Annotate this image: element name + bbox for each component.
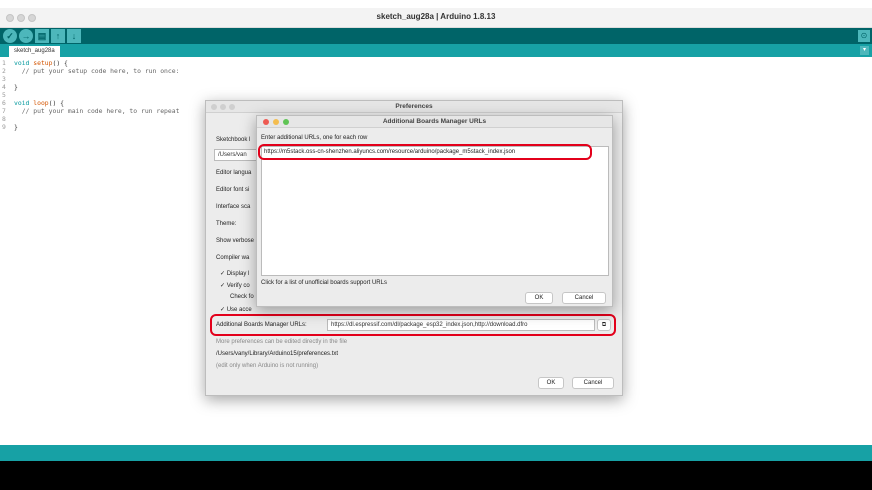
code-line: 5 (2, 91, 6, 99)
tab-menu-button[interactable]: ▾ (860, 46, 869, 55)
upload-button[interactable]: → (19, 29, 33, 43)
check-updates-checkbox[interactable]: Check fo (230, 294, 254, 300)
chevron-down-icon: ▾ (862, 47, 866, 53)
magnifier-icon: ⊙ (860, 31, 868, 40)
code-line: 2 // put your setup code here, to run on… (2, 67, 180, 75)
highlight-boards-urls (210, 314, 616, 336)
pref-minimize-button[interactable] (220, 104, 226, 110)
console-divider[interactable] (0, 445, 872, 461)
open-button[interactable]: ↑ (51, 29, 65, 43)
code-line: 6 void loop() { (2, 99, 65, 107)
arduino-window: sketch_aug28a | Arduino 1.8.13 ✓ → ▤ ↑ ↓… (0, 0, 872, 490)
sketchbook-location-field[interactable]: /Users/van (214, 149, 260, 161)
theme-label: Theme: (216, 221, 237, 227)
open-arrow-icon: ↑ (55, 31, 61, 41)
new-file-icon: ▤ (37, 31, 47, 41)
urls-dialog-title: Additional Boards Manager URLs (257, 116, 612, 128)
editor-language-label: Editor langua (216, 170, 252, 176)
checkmark-icon: ✓ (6, 31, 14, 41)
pref-ok-button[interactable]: OK (538, 377, 564, 389)
unofficial-boards-link[interactable]: Click for a list of unofficial boards su… (261, 280, 387, 286)
editor-font-label: Editor font si (216, 187, 250, 193)
urls-cancel-button[interactable]: Cancel (562, 292, 606, 304)
sketchbook-label: Sketchbook l (216, 137, 251, 143)
code-line: 4} (2, 83, 18, 91)
code-line: 1 void setup() { (2, 59, 68, 67)
more-preferences-text: More preferences can be edited directly … (216, 339, 348, 345)
verify-button[interactable]: ✓ (3, 29, 17, 43)
save-button[interactable]: ↓ (67, 29, 81, 43)
edit-note: (edit only when Arduino is not running) (216, 363, 319, 369)
window-title: sketch_aug28a | Arduino 1.8.13 (376, 12, 496, 21)
accessibility-checkbox[interactable]: ✓ Use acce (220, 306, 252, 313)
code-line: 9} (2, 123, 18, 131)
arrow-right-icon: → (21, 31, 31, 41)
urls-close-button[interactable] (263, 119, 269, 125)
new-button[interactable]: ▤ (35, 29, 49, 43)
show-verbose-label: Show verbose (216, 238, 255, 244)
urls-textarea[interactable]: https://m5stack.oss-cn-shenzhen.aliyuncs… (261, 146, 609, 276)
preferences-path[interactable]: /Users/vany/Library/Arduino15/preference… (216, 351, 338, 357)
urls-zoom-button[interactable] (283, 119, 289, 125)
title-bar: sketch_aug28a | Arduino 1.8.13 (0, 8, 872, 28)
code-line: 7 // put your main code here, to run rep… (2, 107, 180, 115)
pref-zoom-button[interactable] (229, 104, 235, 110)
urls-ok-button[interactable]: OK (525, 292, 553, 304)
console-output (0, 461, 872, 490)
highlight-m5stack-url (258, 144, 592, 160)
tab-sketch[interactable]: sketch_aug28a (9, 46, 60, 57)
urls-minimize-button[interactable] (273, 119, 279, 125)
serial-monitor-button[interactable]: ⊙ (858, 30, 870, 42)
pref-close-button[interactable] (211, 104, 217, 110)
code-line: 8 (2, 115, 6, 123)
toolbar: ✓ → ▤ ↑ ↓ ⊙ (0, 28, 872, 44)
preferences-title: Preferences (206, 101, 622, 113)
display-line-numbers-checkbox[interactable]: ✓ Display l (220, 270, 249, 277)
compiler-warnings-label: Compiler wa (216, 255, 250, 261)
urls-instruction: Enter additional URLs, one for each row (261, 135, 368, 141)
boards-urls-dialog: Additional Boards Manager URLs Enter add… (256, 115, 613, 307)
interface-scale-label: Interface sca (216, 204, 251, 210)
pref-cancel-button[interactable]: Cancel (572, 377, 614, 389)
tab-bar: sketch_aug28a ▾ (0, 44, 872, 57)
verify-code-checkbox[interactable]: ✓ Verify co (220, 282, 250, 289)
save-arrow-icon: ↓ (71, 31, 77, 41)
code-line: 3 (2, 75, 6, 83)
